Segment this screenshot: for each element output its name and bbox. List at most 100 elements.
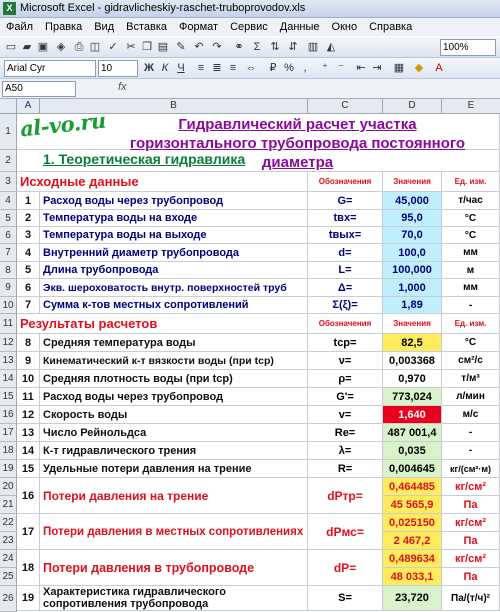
- inputs-unit-header[interactable]: Ед. изм.: [442, 172, 500, 192]
- loss-symbol[interactable]: dPтр=: [308, 478, 383, 514]
- align-left-icon[interactable]: ≡: [194, 61, 208, 75]
- input-symbol[interactable]: L=: [308, 262, 383, 279]
- loss-unit-pa[interactable]: Па: [442, 496, 500, 514]
- align-center-icon[interactable]: ≣: [210, 61, 224, 75]
- borders-icon[interactable]: ▦: [392, 61, 406, 75]
- spelling-icon[interactable]: ✓: [106, 40, 120, 54]
- input-value[interactable]: 100,000: [383, 262, 442, 279]
- characteristic-unit[interactable]: Па/(т/ч)²: [442, 586, 500, 611]
- loss-label[interactable]: Потери давления на трение: [40, 478, 308, 514]
- cut-icon[interactable]: ✂: [124, 40, 138, 54]
- new-file-icon[interactable]: ▭: [4, 40, 18, 54]
- row-header-11[interactable]: 11: [0, 314, 17, 334]
- loss-unit-kgcm2[interactable]: кг/см²: [442, 550, 500, 568]
- result-symbol[interactable]: λ=: [308, 442, 383, 460]
- result-unit[interactable]: °С: [442, 334, 500, 352]
- result-value[interactable]: 0,970: [383, 370, 442, 388]
- input-unit[interactable]: мм: [442, 244, 500, 262]
- result-unit[interactable]: т/м³: [442, 370, 500, 388]
- result-label[interactable]: Кинематический к-т вязкости воды (при tс…: [40, 352, 308, 370]
- result-symbol[interactable]: Re=: [308, 424, 383, 442]
- result-symbol[interactable]: v=: [308, 406, 383, 424]
- loss-value-kgcm2[interactable]: 0,025150: [383, 514, 442, 532]
- characteristic-symbol[interactable]: S=: [308, 586, 383, 611]
- result-number[interactable]: 14: [17, 442, 40, 460]
- loss-number[interactable]: 18: [17, 550, 40, 586]
- loss-label[interactable]: Потери давления в трубопроводе: [40, 550, 308, 586]
- print-preview-icon[interactable]: ◫: [88, 40, 102, 54]
- row-header-23[interactable]: 23: [0, 532, 17, 550]
- input-symbol[interactable]: d=: [308, 244, 383, 262]
- row-header-7[interactable]: 7: [0, 244, 17, 262]
- merge-center-icon[interactable]: ⇔: [244, 61, 258, 75]
- loss-label[interactable]: Потери давления в местных сопротивлениях: [40, 514, 308, 550]
- sort-asc-icon[interactable]: ⇅: [268, 40, 282, 54]
- input-number[interactable]: 5: [17, 262, 40, 279]
- input-label[interactable]: Внутренний диаметр трубопровода: [40, 244, 308, 262]
- result-label[interactable]: Средняя температура воды: [40, 334, 308, 352]
- currency-icon[interactable]: ₽: [266, 61, 280, 75]
- function-icon[interactable]: fx: [118, 81, 127, 93]
- font-name-select[interactable]: Arial Cyr: [4, 60, 96, 77]
- row-header-3[interactable]: 3: [0, 172, 17, 192]
- column-header-a[interactable]: A: [17, 99, 40, 114]
- column-header-d[interactable]: D: [383, 99, 442, 114]
- input-symbol[interactable]: G=: [308, 192, 383, 210]
- paste-icon[interactable]: ▤: [156, 40, 170, 54]
- result-symbol[interactable]: R=: [308, 460, 383, 478]
- increase-decimal-icon[interactable]: ⁺: [318, 61, 332, 75]
- result-label[interactable]: Скорость воды: [40, 406, 308, 424]
- row-header-24[interactable]: 24: [0, 550, 17, 568]
- loss-symbol[interactable]: dP=: [308, 550, 383, 586]
- loss-unit-pa[interactable]: Па: [442, 532, 500, 550]
- input-symbol[interactable]: tвых=: [308, 227, 383, 244]
- result-unit[interactable]: см²/с: [442, 352, 500, 370]
- result-number[interactable]: 12: [17, 406, 40, 424]
- row-header-8[interactable]: 8: [0, 262, 17, 279]
- input-value[interactable]: 1,89: [383, 297, 442, 314]
- result-number[interactable]: 15: [17, 460, 40, 478]
- font-color-icon[interactable]: A: [432, 61, 446, 75]
- input-value[interactable]: 45,000: [383, 192, 442, 210]
- result-unit[interactable]: л/мин: [442, 388, 500, 406]
- row-header-15[interactable]: 15: [0, 388, 17, 406]
- result-unit[interactable]: м/с: [442, 406, 500, 424]
- inputs-values-header[interactable]: Значения: [383, 172, 442, 192]
- format-painter-icon[interactable]: ✎: [174, 40, 188, 54]
- input-unit[interactable]: °С: [442, 210, 500, 227]
- result-symbol[interactable]: tср=: [308, 334, 383, 352]
- result-symbol[interactable]: ρ=: [308, 370, 383, 388]
- input-unit[interactable]: мм: [442, 279, 500, 297]
- characteristic-label[interactable]: Характеристика гидравлического сопротивл…: [40, 586, 308, 611]
- inputs-header[interactable]: Исходные данные: [17, 172, 308, 192]
- row-header-20[interactable]: 20: [0, 478, 17, 496]
- result-value[interactable]: 82,5: [383, 334, 442, 352]
- input-number[interactable]: 6: [17, 279, 40, 297]
- chart-wizard-icon[interactable]: ▥: [306, 40, 320, 54]
- input-number[interactable]: 4: [17, 244, 40, 262]
- loss-value-pa[interactable]: 48 033,1: [383, 568, 442, 586]
- result-number[interactable]: 11: [17, 388, 40, 406]
- loss-unit-kgcm2[interactable]: кг/см²: [442, 514, 500, 532]
- open-folder-icon[interactable]: ▰: [20, 40, 34, 54]
- row-header-22[interactable]: 22: [0, 514, 17, 532]
- loss-value-pa[interactable]: 2 467,2: [383, 532, 442, 550]
- result-label[interactable]: К-т гидравлического трения: [40, 442, 308, 460]
- menu-insert[interactable]: Вставка: [120, 18, 173, 36]
- loss-number[interactable]: 16: [17, 478, 40, 514]
- decrease-decimal-icon[interactable]: ⁻: [334, 61, 348, 75]
- fill-color-icon[interactable]: ◆: [412, 61, 426, 75]
- row-header-9[interactable]: 9: [0, 279, 17, 297]
- result-value[interactable]: 0,003368: [383, 352, 442, 370]
- hyperlink-icon[interactable]: ⚭: [232, 40, 246, 54]
- result-label[interactable]: Расход воды через трубопровод: [40, 388, 308, 406]
- input-label[interactable]: Сумма к-тов местных сопротивлений: [40, 297, 308, 314]
- result-unit[interactable]: кг/(см²·м): [442, 460, 500, 478]
- print-icon[interactable]: ⎙: [72, 40, 86, 54]
- row-header-14[interactable]: 14: [0, 370, 17, 388]
- result-symbol[interactable]: ν=: [308, 352, 383, 370]
- results-header[interactable]: Результаты расчетов: [17, 314, 308, 334]
- decrease-indent-icon[interactable]: ⇤: [354, 61, 368, 75]
- loss-unit-pa[interactable]: Па: [442, 568, 500, 586]
- menu-data[interactable]: Данные: [274, 18, 326, 36]
